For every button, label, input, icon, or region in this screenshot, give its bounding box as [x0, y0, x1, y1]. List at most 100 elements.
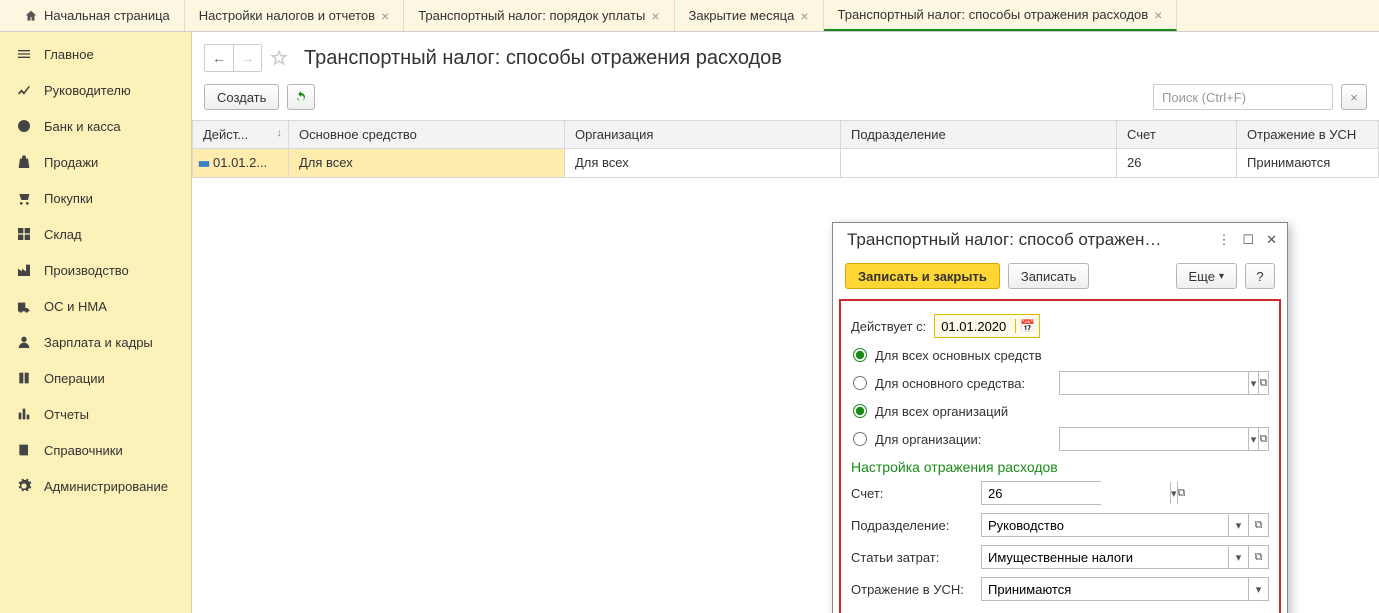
open-icon[interactable]: ⧉	[1258, 372, 1268, 394]
window-restore-icon[interactable]: ☐	[1242, 232, 1254, 248]
refresh-button[interactable]	[287, 84, 315, 110]
star-icon[interactable]	[270, 49, 288, 67]
page-header: ← → Транспортный налог: способы отражени…	[192, 32, 1379, 78]
tab-close-icon[interactable]: ×	[381, 8, 389, 24]
more-button[interactable]: Еще ▾	[1176, 263, 1237, 289]
tab-tax-settings[interactable]: Настройки налогов и отчетов ×	[185, 0, 404, 31]
chevron-down-icon[interactable]: ▾	[1228, 514, 1248, 536]
chevron-down-icon[interactable]: ▾	[1228, 546, 1248, 568]
sidebar-item-purchases[interactable]: Покупки	[0, 180, 191, 216]
open-icon[interactable]: ⧉	[1177, 482, 1186, 504]
sort-desc-icon: ↓	[277, 127, 283, 139]
tab-month-closing[interactable]: Закрытие месяца ×	[675, 0, 824, 31]
dialog-title: Транспортный налог: способ отражен…	[847, 230, 1217, 250]
org-select[interactable]: ▾⧉	[1059, 427, 1269, 451]
date-field[interactable]: 📅	[934, 314, 1040, 338]
sidebar-item-sales[interactable]: Продажи	[0, 144, 191, 180]
sidebar-item-warehouse[interactable]: Склад	[0, 216, 191, 252]
tab-transport-expenses[interactable]: Транспортный налог: способы отражения ра…	[824, 0, 1178, 31]
save-close-button[interactable]: Записать и закрыть	[845, 263, 1000, 289]
tab-close-icon[interactable]: ×	[651, 8, 659, 24]
more-menu-icon[interactable]: ⋮	[1217, 232, 1230, 248]
tab-close-icon[interactable]: ×	[1154, 7, 1162, 23]
sidebar-label: Производство	[44, 263, 129, 278]
book-icon	[16, 442, 32, 458]
sidebar-item-manager[interactable]: Руководителю	[0, 72, 191, 108]
col-account[interactable]: Счет	[1117, 121, 1237, 149]
home-icon	[24, 9, 38, 23]
page-title: Транспортный налог: способы отражения ра…	[304, 47, 782, 70]
section-title: Настройка отражения расходов	[851, 459, 1269, 475]
dialog-titlebar[interactable]: Транспортный налог: способ отражен… ⋮ ☐ …	[833, 223, 1287, 257]
save-button[interactable]: Записать	[1008, 263, 1090, 289]
chevron-down-icon[interactable]: ▾	[1248, 578, 1268, 600]
bar-chart-icon	[16, 406, 32, 422]
forward-button[interactable]: →	[233, 45, 261, 71]
sidebar-label: ОС и НМА	[44, 299, 107, 314]
sidebar-item-salary[interactable]: Зарплата и кадры	[0, 324, 191, 360]
col-org[interactable]: Организация	[565, 121, 841, 149]
sidebar-item-production[interactable]: Производство	[0, 252, 191, 288]
radio-one-org-label: Для организации:	[875, 432, 981, 447]
valid-from-label: Действует с:	[851, 319, 926, 334]
bag-icon	[16, 154, 32, 170]
sidebar-item-operations[interactable]: Операции	[0, 360, 191, 396]
tab-close-icon[interactable]: ×	[800, 8, 808, 24]
ledger-icon	[16, 370, 32, 386]
sidebar-label: Отчеты	[44, 407, 89, 422]
ruble-icon	[16, 118, 32, 134]
open-icon[interactable]: ⧉	[1248, 546, 1268, 568]
sidebar-item-assets[interactable]: ОС и НМА	[0, 288, 191, 324]
cost-input[interactable]	[982, 546, 1228, 568]
clear-search-button[interactable]: ×	[1341, 84, 1367, 110]
usn-input[interactable]	[982, 578, 1248, 600]
cost-select[interactable]: ▾⧉	[981, 545, 1269, 569]
col-subdiv[interactable]: Подразделение	[841, 121, 1117, 149]
close-icon[interactable]: ✕	[1266, 232, 1277, 248]
asset-select[interactable]: ▾⧉	[1059, 371, 1269, 395]
subdiv-input[interactable]	[982, 514, 1228, 536]
asset-select-input[interactable]	[1060, 372, 1248, 394]
open-icon[interactable]: ⧉	[1248, 514, 1268, 536]
menu-icon	[16, 46, 32, 62]
search-input[interactable]: Поиск (Ctrl+F)	[1153, 84, 1333, 110]
sidebar-label: Главное	[44, 47, 94, 62]
sidebar-item-admin[interactable]: Администрирование	[0, 468, 191, 504]
chevron-down-icon[interactable]: ▾	[1248, 428, 1258, 450]
tab-label: Закрытие месяца	[689, 8, 795, 23]
data-table: Дейст...↓ Основное средство Организация …	[192, 120, 1379, 178]
grid-icon	[16, 226, 32, 242]
open-icon[interactable]: ⧉	[1258, 428, 1268, 450]
edit-dialog: Транспортный налог: способ отражен… ⋮ ☐ …	[832, 222, 1288, 613]
back-button[interactable]: ←	[205, 45, 233, 71]
col-asset[interactable]: Основное средство	[289, 121, 565, 149]
usn-select[interactable]: ▾	[981, 577, 1269, 601]
subdiv-select[interactable]: ▾⧉	[981, 513, 1269, 537]
chevron-down-icon[interactable]: ▾	[1248, 372, 1258, 394]
tab-transport-payment[interactable]: Транспортный налог: порядок уплаты ×	[404, 0, 674, 31]
radio-all-assets[interactable]	[853, 348, 867, 362]
content-area: ← → Транспортный налог: способы отражени…	[192, 32, 1379, 613]
sidebar-item-catalogs[interactable]: Справочники	[0, 432, 191, 468]
tab-home[interactable]: Начальная страница	[10, 0, 185, 31]
calendar-icon[interactable]: 📅	[1015, 319, 1039, 333]
org-select-input[interactable]	[1060, 428, 1248, 450]
create-button[interactable]: Создать	[204, 84, 279, 110]
date-input[interactable]	[935, 315, 1015, 337]
sidebar-label: Справочники	[44, 443, 123, 458]
sidebar-item-bank[interactable]: Банк и касса	[0, 108, 191, 144]
dialog-body: Действует с: 📅 Для всех основных средств…	[839, 299, 1281, 613]
radio-one-asset[interactable]	[853, 376, 867, 390]
tab-label: Настройки налогов и отчетов	[199, 8, 375, 23]
account-select[interactable]: ▾⧉	[981, 481, 1101, 505]
account-input[interactable]	[982, 482, 1170, 504]
sidebar-label: Администрирование	[44, 479, 168, 494]
col-date[interactable]: Дейст...↓	[193, 121, 289, 149]
help-button[interactable]: ?	[1245, 263, 1275, 289]
col-usn[interactable]: Отражение в УСН	[1237, 121, 1379, 149]
radio-one-org[interactable]	[853, 432, 867, 446]
sidebar-item-main[interactable]: Главное	[0, 36, 191, 72]
radio-all-orgs[interactable]	[853, 404, 867, 418]
sidebar-item-reports[interactable]: Отчеты	[0, 396, 191, 432]
table-row[interactable]: 01.01.2... Для всех Для всех 26 Принимаю…	[193, 149, 1379, 178]
